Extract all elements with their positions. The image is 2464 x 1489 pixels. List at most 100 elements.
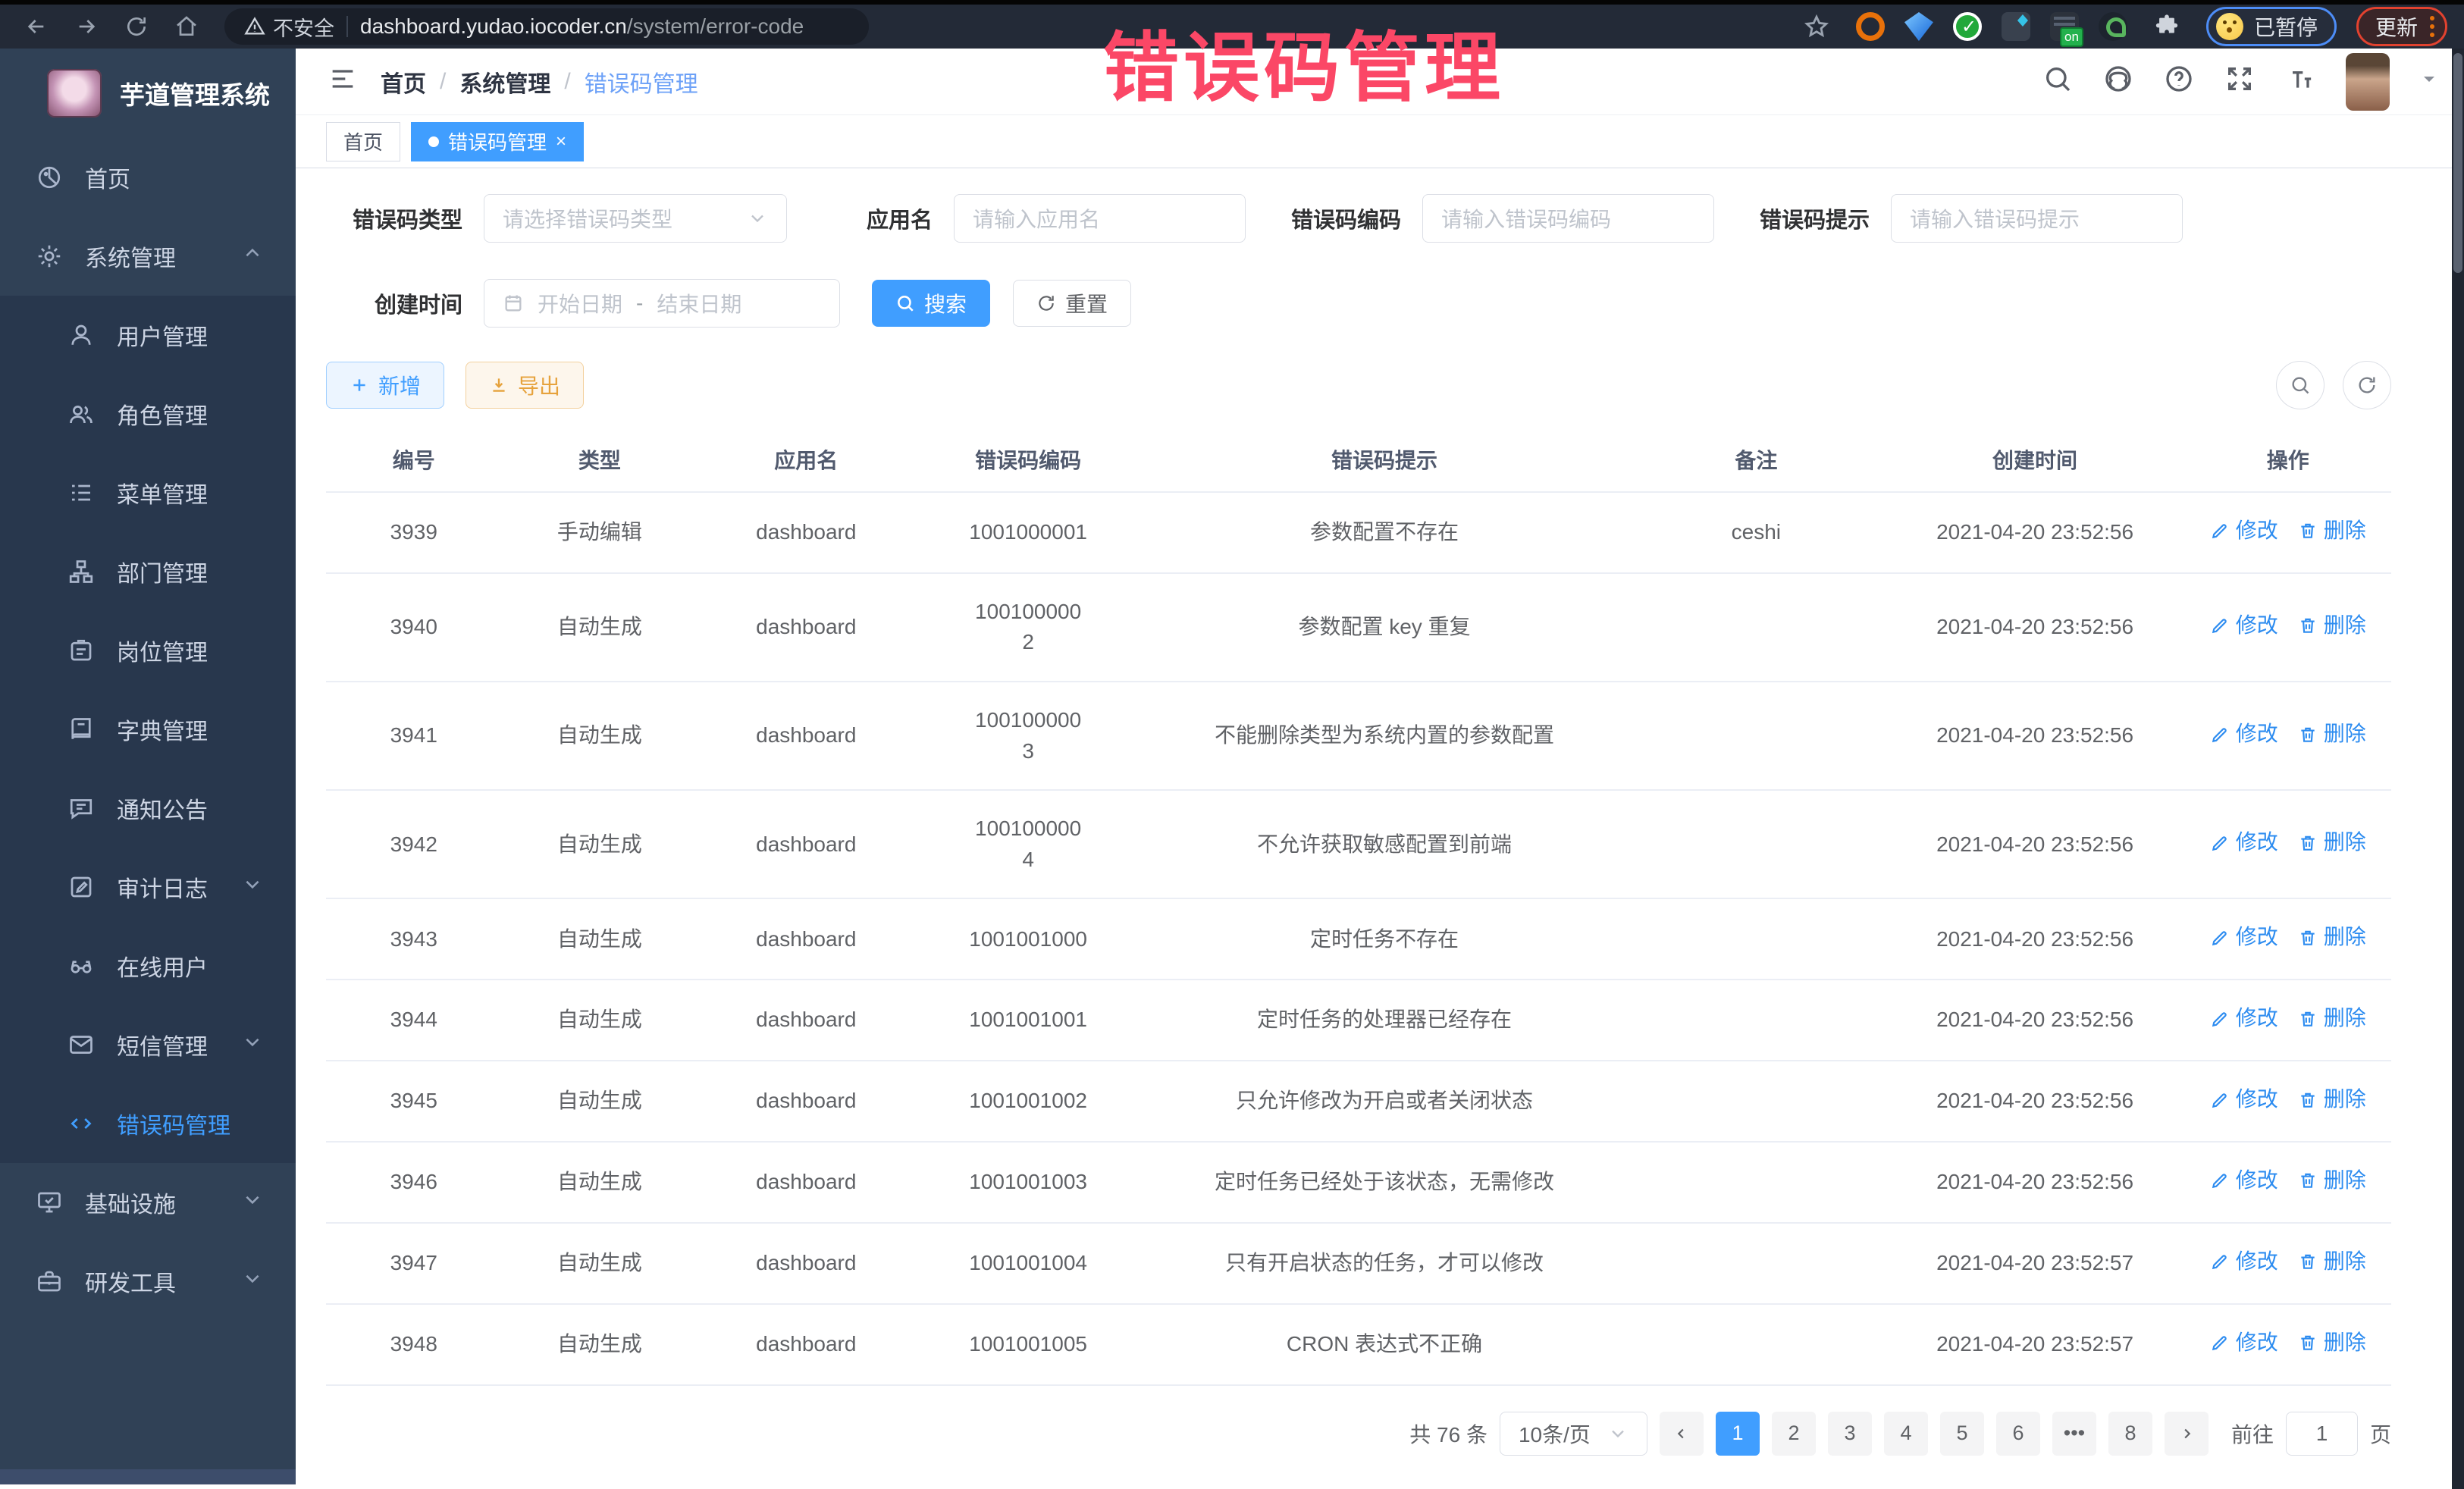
browser-reload-icon[interactable]	[117, 7, 156, 46]
user-avatar[interactable]	[2346, 53, 2390, 111]
error-hint-input[interactable]: 请输入错误码提示	[1891, 194, 2183, 243]
edit-link[interactable]: 修改	[2210, 922, 2278, 953]
blue-gem-extension-icon[interactable]	[1904, 12, 1933, 41]
edit-link[interactable]: 修改	[2210, 1246, 2278, 1277]
sidebar-menu: 首页系统管理用户管理角色管理菜单管理部门管理岗位管理字典管理通知公告审计日志在线…	[0, 138, 296, 1469]
refresh-table-button[interactable]	[2343, 361, 2391, 409]
table-cell: 1001001001	[914, 980, 1142, 1061]
column-header: 创建时间	[1886, 429, 2185, 492]
export-button[interactable]: 导出	[466, 362, 584, 409]
sidebar-collapse-bar[interactable]	[0, 1469, 296, 1484]
delete-link[interactable]: 删除	[2298, 719, 2366, 750]
sidebar-item-5[interactable]: 部门管理	[0, 532, 296, 611]
page-url[interactable]: dashboard.yudao.iocoder.cn/system/error-…	[360, 14, 804, 39]
paused-extension-badge[interactable]: 已暂停	[2206, 7, 2337, 46]
fullscreen-icon[interactable]	[2224, 64, 2255, 100]
page-number-button[interactable]: 3	[1828, 1412, 1872, 1456]
edit-link[interactable]: 修改	[2210, 1003, 2278, 1034]
error-type-select[interactable]: 请选择错误码类型	[484, 194, 787, 243]
page-ellipsis-button[interactable]: •••	[2052, 1412, 2096, 1456]
not-secure-warning[interactable]: 不安全	[244, 12, 334, 42]
breadcrumb-system[interactable]: 系统管理	[459, 65, 550, 99]
delete-link[interactable]: 删除	[2298, 610, 2366, 641]
grid-extension-icon[interactable]	[2002, 12, 2030, 41]
delete-link[interactable]: 删除	[2298, 922, 2366, 953]
sidebar-item-2[interactable]: 用户管理	[0, 296, 296, 375]
tab-close-icon[interactable]: ×	[556, 131, 566, 152]
browser-update-button[interactable]: 更新	[2356, 7, 2447, 46]
app-name-input[interactable]: 请输入应用名	[954, 194, 1246, 243]
date-range-picker[interactable]: 开始日期 - 结束日期	[484, 279, 840, 328]
delete-link[interactable]: 删除	[2298, 1084, 2366, 1115]
tab-home[interactable]: 首页	[326, 122, 400, 161]
sidebar-item-3[interactable]: 角色管理	[0, 375, 296, 453]
app-logo-row[interactable]: 芋道管理系统	[0, 49, 296, 138]
delete-link[interactable]: 删除	[2298, 1328, 2366, 1359]
page-size-select[interactable]: 10条/页	[1500, 1412, 1647, 1456]
browser-scrollbar[interactable]	[2452, 49, 2464, 1489]
toggle-search-button[interactable]	[2276, 361, 2324, 409]
breadcrumb-home[interactable]: 首页	[381, 65, 426, 99]
edit-link[interactable]: 修改	[2210, 1328, 2278, 1359]
sidebar-item-7[interactable]: 字典管理	[0, 690, 296, 769]
page-number-button[interactable]: 6	[1996, 1412, 2040, 1456]
sidebar-item-6[interactable]: 岗位管理	[0, 611, 296, 690]
browser-forward-icon[interactable]	[67, 7, 106, 46]
address-bar[interactable]: 不安全 dashboard.yudao.iocoder.cn/system/er…	[224, 8, 869, 45]
next-page-button[interactable]	[2165, 1412, 2209, 1456]
goto-page-input[interactable]: 1	[2286, 1412, 2358, 1456]
sidebar-item-10[interactable]: 在线用户	[0, 926, 296, 1005]
hamburger-icon[interactable]	[328, 64, 358, 100]
search-button[interactable]: 搜索	[872, 280, 990, 327]
green-check-extension-icon[interactable]	[1953, 12, 1982, 41]
delete-link[interactable]: 删除	[2298, 1246, 2366, 1277]
prev-page-button[interactable]	[1660, 1412, 1704, 1456]
caret-down-icon[interactable]	[2420, 69, 2438, 94]
switch-on-extension-icon[interactable]	[2050, 12, 2079, 41]
search-icon[interactable]	[2042, 64, 2073, 100]
dict-book-icon	[67, 715, 96, 744]
page-number-button[interactable]: 5	[1940, 1412, 1984, 1456]
edit-link[interactable]: 修改	[2210, 827, 2278, 858]
help-icon[interactable]	[2164, 64, 2194, 100]
page-number-button[interactable]: 1	[1716, 1412, 1760, 1456]
sidebar-item-9[interactable]: 审计日志	[0, 848, 296, 926]
github-icon[interactable]	[2103, 64, 2133, 100]
sidebar-item-11[interactable]: 短信管理	[0, 1005, 296, 1084]
edit-link[interactable]: 修改	[2210, 610, 2278, 641]
add-button[interactable]: 新增	[326, 362, 444, 409]
tab-error-code[interactable]: 错误码管理 ×	[411, 122, 584, 161]
edit-link[interactable]: 修改	[2210, 1165, 2278, 1196]
browser-back-icon[interactable]	[17, 7, 56, 46]
scrollbar-thumb[interactable]	[2453, 53, 2462, 273]
reset-button[interactable]: 重置	[1013, 280, 1131, 327]
edit-link[interactable]: 修改	[2210, 516, 2278, 547]
extensions-puzzle-icon[interactable]	[2147, 7, 2187, 46]
sidebar-item-13[interactable]: 基础设施	[0, 1163, 296, 1242]
delete-link[interactable]: 删除	[2298, 1165, 2366, 1196]
page-number-button[interactable]: 4	[1884, 1412, 1928, 1456]
delete-link[interactable]: 删除	[2298, 1003, 2366, 1034]
kebab-menu-icon[interactable]	[2430, 16, 2434, 37]
font-size-icon[interactable]	[2285, 64, 2315, 100]
sidebar-item-14[interactable]: 研发工具	[0, 1242, 296, 1321]
delete-link[interactable]: 删除	[2298, 516, 2366, 547]
sidebar-item-4[interactable]: 菜单管理	[0, 453, 296, 532]
sidebar-item-12[interactable]: 错误码管理	[0, 1084, 296, 1163]
browser-home-icon[interactable]	[167, 7, 206, 46]
filter-row-1: 错误码类型 请选择错误码类型 应用名 请输入应用名 错误码编码 请输入错误码编码…	[326, 194, 2391, 243]
extension-icons[interactable]	[1856, 12, 2127, 41]
orange-ring-extension-icon[interactable]	[1856, 12, 1885, 41]
page-number-button[interactable]: 2	[1772, 1412, 1816, 1456]
error-code-input[interactable]: 请输入错误码编码	[1422, 194, 1714, 243]
sidebar-item-8[interactable]: 通知公告	[0, 769, 296, 848]
bookmark-star-icon[interactable]	[1797, 7, 1836, 46]
edit-link[interactable]: 修改	[2210, 719, 2278, 750]
green-key-extension-icon[interactable]	[2099, 12, 2127, 41]
edit-link[interactable]: 修改	[2210, 1084, 2278, 1115]
sidebar-item-0[interactable]: 首页	[0, 138, 296, 217]
table-cell: 不允许获取敏感配置到前端	[1142, 790, 1627, 898]
delete-link[interactable]: 删除	[2298, 827, 2366, 858]
page-number-button[interactable]: 8	[2108, 1412, 2152, 1456]
sidebar-item-1[interactable]: 系统管理	[0, 217, 296, 296]
